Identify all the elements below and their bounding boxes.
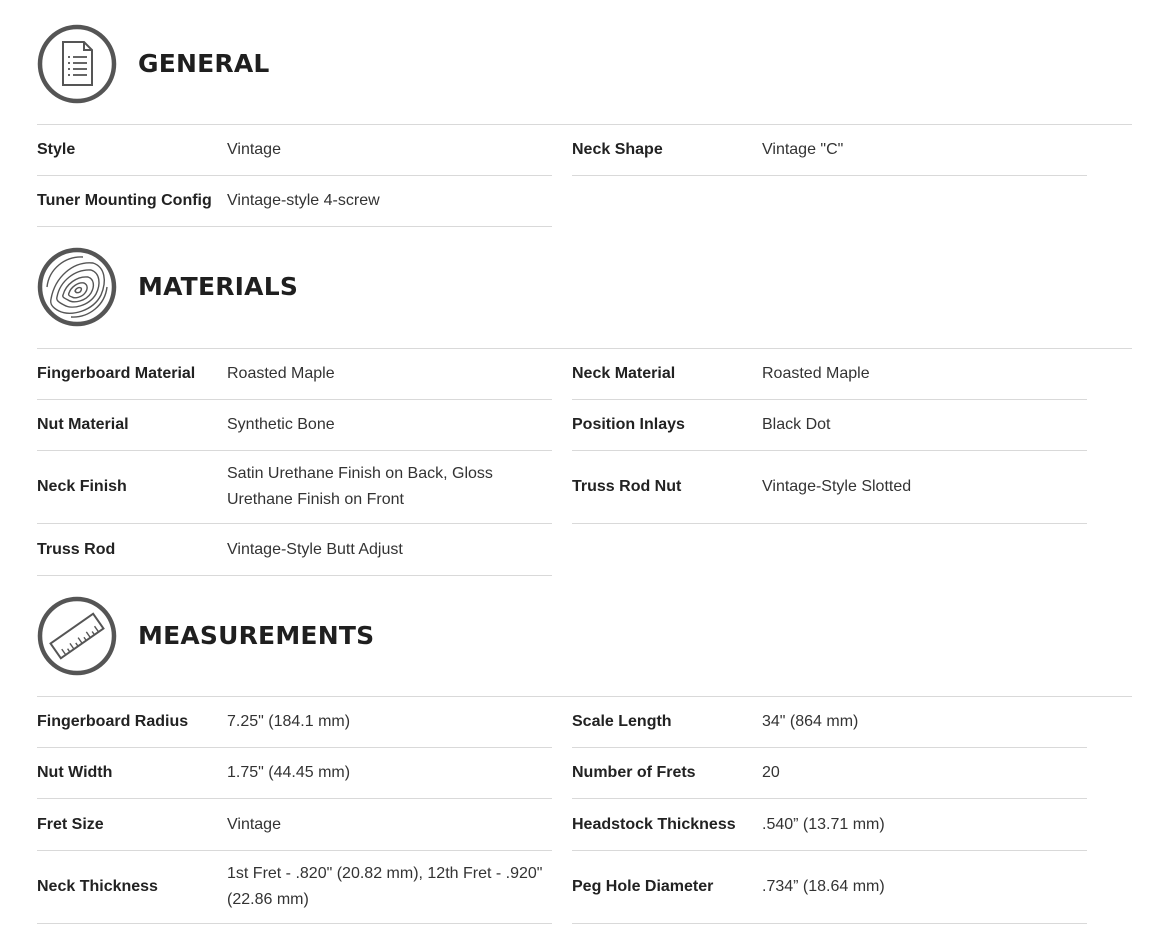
spec-label: Fret Size xyxy=(37,815,104,833)
section-general: GENERAL Style Vintage Tuner Mounting Con… xyxy=(37,24,1132,227)
spec-row-style: Style Vintage xyxy=(37,125,552,176)
spec-row-nut-material: Nut Material Synthetic Bone xyxy=(37,400,552,451)
spec-label: Neck Thickness xyxy=(37,878,158,895)
document-list-icon xyxy=(37,24,117,104)
spec-label: Neck Finish xyxy=(37,478,127,495)
spec-row-headstock-thickness: Headstock Thickness .540” (13.71 mm) xyxy=(572,799,1087,851)
spec-label: Fingerboard Radius xyxy=(37,713,189,730)
section-title-measurements: MEASUREMENTS xyxy=(138,621,375,650)
section-header-materials: MATERIALS xyxy=(37,247,1132,327)
spec-value: Vintage-Style Butt Adjust xyxy=(227,540,403,558)
spec-row-nut-width: Nut Width 1.75" (44.45 mm) xyxy=(37,748,552,799)
spec-value: Black Dot xyxy=(762,416,831,433)
spec-label: Scale Length xyxy=(572,713,672,730)
spec-row-fingerboard-material: Fingerboard Material Roasted Maple xyxy=(37,349,552,400)
spec-row-truss-rod: Truss Rod Vintage-Style Butt Adjust xyxy=(37,524,552,576)
spec-label: Fingerboard Material xyxy=(37,365,196,382)
spec-value: Vintage "C" xyxy=(762,141,844,158)
spec-value: 34" (864 mm) xyxy=(762,713,859,730)
ruler-icon xyxy=(37,596,117,676)
spec-value: 7.25" (184.1 mm) xyxy=(227,713,351,730)
spec-row-fingerboard-radius: Fingerboard Radius 7.25" (184.1 mm) xyxy=(37,697,552,748)
spec-label: Style xyxy=(37,141,76,158)
spec-value: Roasted Maple xyxy=(227,365,335,382)
spec-value: Synthetic Bone xyxy=(227,416,335,433)
spec-label: Nut Material xyxy=(37,416,129,433)
spec-row-neck-shape: Neck Shape Vintage "C" xyxy=(572,125,1087,176)
section-title-materials: MATERIALS xyxy=(138,272,299,301)
spec-value: 1st Fret - .820" (20.82 mm), 12th Fret -… xyxy=(227,865,543,908)
spec-label: Tuner Mounting Config xyxy=(37,192,212,209)
wood-grain-icon xyxy=(37,247,117,327)
spec-value: Satin Urethane Finish on Back, Gloss Ure… xyxy=(227,465,493,508)
spec-row-neck-finish: Neck Finish Satin Urethane Finish on Bac… xyxy=(37,451,552,524)
section-header-general: GENERAL xyxy=(37,24,1132,104)
section-title-general: GENERAL xyxy=(138,49,270,78)
spec-row-neck-thickness: Neck Thickness 1st Fret - .820" (20.82 m… xyxy=(37,851,552,924)
spec-label: Neck Shape xyxy=(572,141,663,158)
spec-value: 1.75" (44.45 mm) xyxy=(227,764,351,781)
spec-value: Vintage-Style Slotted xyxy=(762,478,912,495)
spec-value: .540” (13.71 mm) xyxy=(762,815,885,833)
spec-label: Truss Rod Nut xyxy=(572,478,682,495)
spec-value: Vintage xyxy=(227,815,281,833)
section-materials: MATERIALS Fingerboard Material Roasted M… xyxy=(37,247,1132,576)
spec-label: Number of Frets xyxy=(572,764,696,781)
spec-value: Roasted Maple xyxy=(762,365,870,382)
spec-row-scale-length: Scale Length 34" (864 mm) xyxy=(572,697,1087,748)
spec-label: Truss Rod xyxy=(37,540,116,558)
spec-label: Neck Material xyxy=(572,365,676,382)
spec-row-position-inlays: Position Inlays Black Dot xyxy=(572,400,1087,451)
spec-row-number-of-frets: Number of Frets 20 xyxy=(572,748,1087,799)
spec-row-neck-material: Neck Material Roasted Maple xyxy=(572,349,1087,400)
spec-row-fret-size: Fret Size Vintage xyxy=(37,799,552,851)
spec-row-truss-rod-nut: Truss Rod Nut Vintage-Style Slotted xyxy=(572,451,1087,524)
spec-row-peg-hole-diameter: Peg Hole Diameter .734” (18.64 mm) xyxy=(572,851,1087,924)
spec-value: .734” (18.64 mm) xyxy=(762,878,885,895)
spec-value: 20 xyxy=(762,764,780,781)
spec-value: Vintage-style 4-screw xyxy=(227,192,380,209)
spec-value: Vintage xyxy=(227,141,281,158)
spec-label: Nut Width xyxy=(37,764,113,781)
spec-row-tuner-mounting-config: Tuner Mounting Config Vintage-style 4-sc… xyxy=(37,176,552,227)
spec-label: Position Inlays xyxy=(572,416,685,433)
spec-label: Peg Hole Diameter xyxy=(572,878,714,895)
section-header-measurements: MEASUREMENTS xyxy=(37,596,1132,676)
section-measurements: MEASUREMENTS Fingerboard Radius 7.25" (1… xyxy=(37,596,1132,924)
spec-label: Headstock Thickness xyxy=(572,815,736,833)
